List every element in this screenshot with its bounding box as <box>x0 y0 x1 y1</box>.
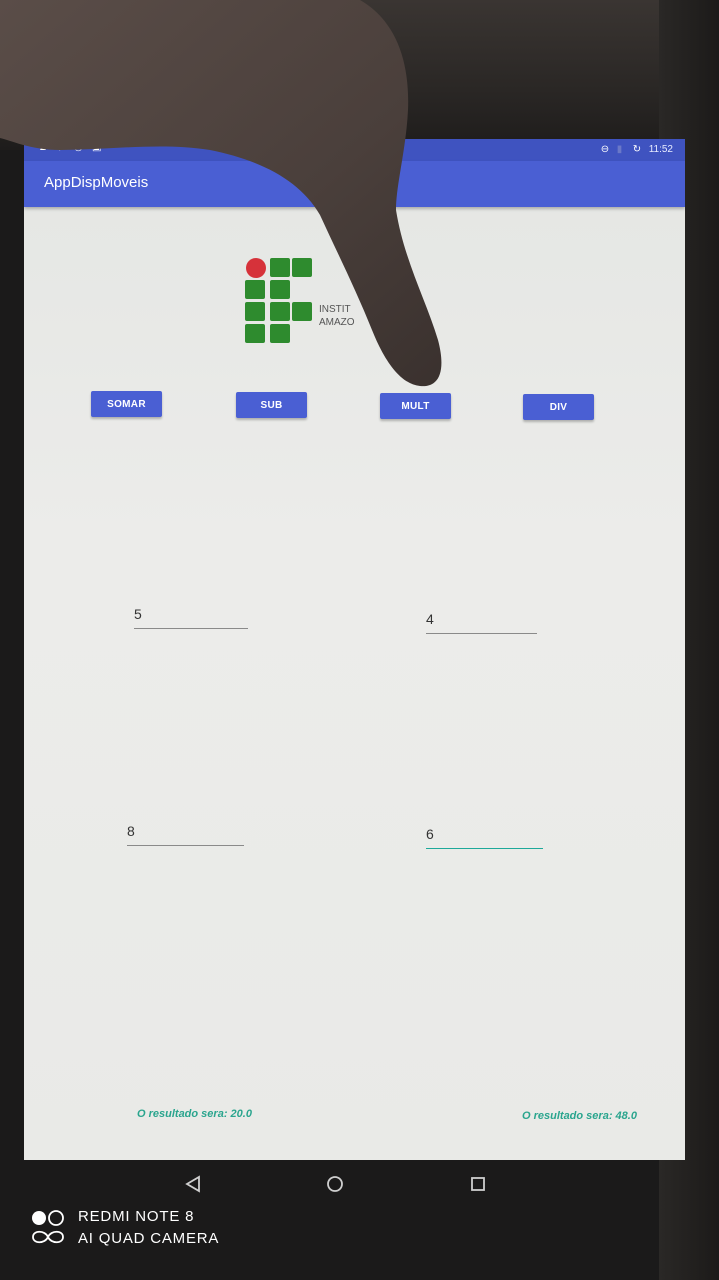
add-button[interactable]: SOMAR <box>91 391 162 417</box>
logo-square <box>270 324 290 343</box>
camera-watermark: REDMI NOTE 8 AI QUAD CAMERA <box>30 1206 219 1250</box>
home-icon[interactable] <box>323 1172 347 1196</box>
logo-square <box>292 258 312 277</box>
number-field-c[interactable]: 8 <box>127 821 244 846</box>
navigation-bar <box>0 1160 719 1210</box>
number-field-d-value: 6 <box>426 826 434 842</box>
battery-icon: ▮ <box>616 143 623 155</box>
result-text-right: O resultado sera: 48.0 <box>522 1110 637 1122</box>
shield-icon: ⛊ <box>56 142 64 153</box>
logo-text-line1: INSTIT <box>319 304 351 315</box>
record-icon: ◎ <box>74 142 83 153</box>
watermark-line2: AI QUAD CAMERA <box>78 1230 220 1247</box>
recents-icon[interactable] <box>466 1172 490 1196</box>
logo-red-circle <box>246 258 266 278</box>
logo-text: INSTIT AMAZO <box>319 303 355 329</box>
tablet-screen: ▲ ⛊ ◎ ▣ ⊖ ▮ ↻ 11:52 AppDispMoveis INSTIT… <box>24 139 685 1160</box>
status-bar: ▲ ⛊ ◎ ▣ ⊖ ▮ ↻ 11:52 <box>24 139 685 161</box>
watermark-line1: REDMI NOTE 8 <box>78 1208 195 1225</box>
logo-square <box>292 302 312 321</box>
logo-square <box>270 258 290 277</box>
sub-button[interactable]: SUB <box>236 392 307 418</box>
camera-logo-icon <box>32 1210 64 1244</box>
app-title: AppDispMoveis <box>44 174 149 191</box>
number-field-c-value: 8 <box>127 823 135 839</box>
logo-text-line2: AMAZO <box>319 317 355 328</box>
number-field-b-value: 4 <box>426 611 434 627</box>
text-icon: ▣ <box>92 142 102 153</box>
institute-logo <box>245 258 312 343</box>
status-time: 11:52 <box>648 144 673 155</box>
number-field-a[interactable]: 5 <box>134 604 248 629</box>
logo-square <box>245 280 265 299</box>
number-field-d[interactable]: 6 <box>426 824 543 849</box>
back-icon[interactable] <box>181 1172 205 1196</box>
app-bar: AppDispMoveis <box>24 161 685 207</box>
warning-icon: ▲ <box>38 142 48 153</box>
div-button[interactable]: DIV <box>523 394 594 420</box>
logo-square <box>245 302 265 321</box>
device-bezel-top <box>0 0 719 150</box>
number-field-b[interactable]: 4 <box>426 609 537 634</box>
logo-square <box>245 324 265 343</box>
mult-button[interactable]: MULT <box>380 393 451 419</box>
rotate-icon: ↻ <box>632 143 642 155</box>
number-field-a-value: 5 <box>134 606 142 622</box>
result-text-left: O resultado sera: 20.0 <box>137 1108 252 1120</box>
logo-square <box>270 280 290 299</box>
minus-circle-icon: ⊖ <box>600 143 610 155</box>
logo-square <box>270 302 290 321</box>
